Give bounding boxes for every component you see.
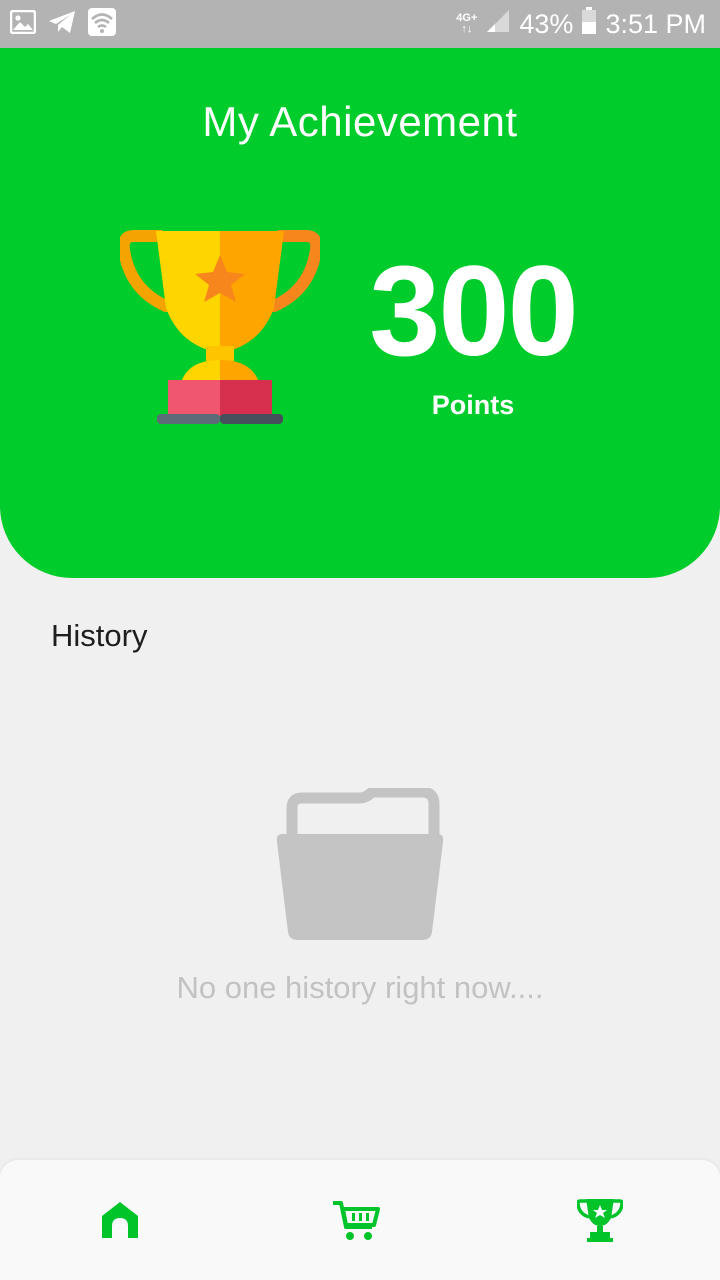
cart-icon [332,1199,380,1246]
clock: 3:51 PM [605,8,706,39]
wifi-icon [88,7,116,41]
history-title: History [51,618,148,653]
status-left [9,7,116,41]
page-title: My Achievement [202,98,518,145]
folder-icon [274,786,446,949]
nav-cart-button[interactable] [326,1194,386,1250]
trophy-icon [117,228,323,483]
gallery-icon [9,9,37,39]
telegram-icon [48,10,76,39]
nav-achievement-button[interactable] [570,1194,630,1250]
network-type: 4G+ ↑↓ [456,13,477,35]
points-value: 300 [369,240,579,383]
bottom-navigation [0,1160,720,1280]
nav-home-button[interactable] [90,1194,150,1250]
status-bar: 4G+ ↑↓ 43% 3:51 PM [0,0,720,48]
points-label: Points [431,390,515,420]
battery-percent: 43% [519,8,574,39]
status-right: 4G+ ↑↓ 43% 3:51 PM [456,6,706,42]
home-icon [98,1200,142,1245]
achievement-header: My Achievement 300 Points [0,48,720,578]
empty-history-text: No one history right now.... [176,970,544,1005]
network-arrows: ↑↓ [461,23,473,35]
battery-icon [581,6,597,42]
signal-icon [485,8,511,41]
trophy-icon [576,1198,624,1247]
